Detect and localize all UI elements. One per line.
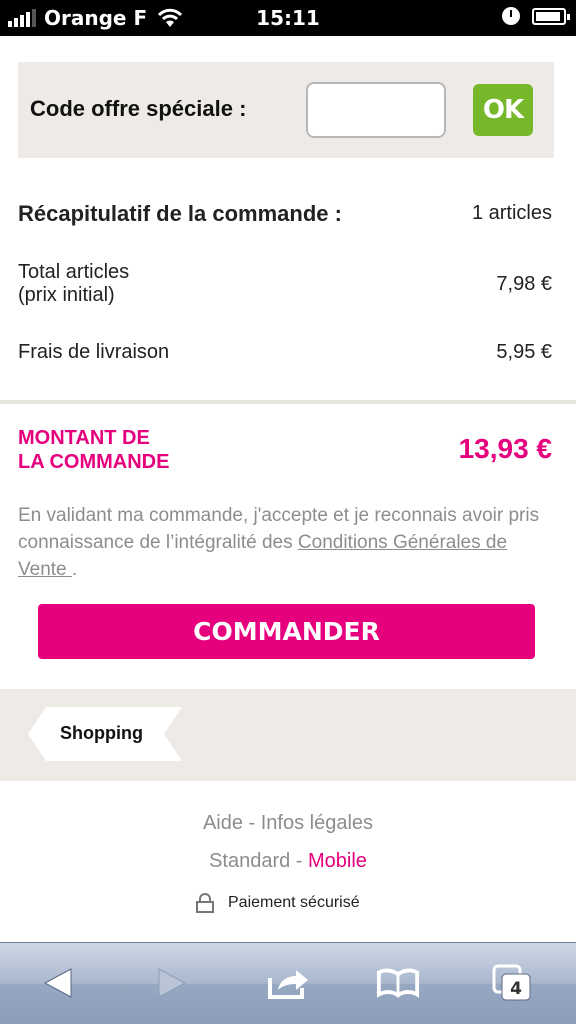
mobile-version-label: Mobile [308,850,367,872]
order-total-label-line1: MONTANT DE [18,427,150,449]
total-articles-label-line1: Total articles [18,261,130,283]
checkout-page: Code offre spéciale : OK Récapitulatif d… [0,36,576,942]
divider [0,400,576,404]
promo-code-box: Code offre spéciale : OK [18,62,554,158]
order-total-label-line2: LA COMMANDE [18,451,170,473]
back-icon[interactable] [36,963,80,1003]
share-icon[interactable] [266,963,310,1003]
lock-icon [196,893,214,913]
promo-code-label: Code offre spéciale : [30,96,247,121]
help-link[interactable]: Aide [203,812,243,834]
alarm-clock-icon [502,7,520,25]
legal-notice: En validant ma commande, j'accepte et je… [18,502,558,583]
total-articles-label: Total articles (prix initial) [18,261,129,307]
clock-time: 15:11 [256,6,320,30]
order-total-value: 13,93 € [458,433,552,464]
battery-icon [532,7,570,25]
secure-payment: Paiement sécurisé [196,893,360,913]
footer-version-links: Standard - Mobile [0,850,576,873]
order-button[interactable]: COMMANDER [38,604,535,659]
summary-title: Récapitulatif de la commande : [18,201,342,226]
secure-payment-label: Paiement sécurisé [228,894,360,911]
back-to-shopping-button[interactable]: Shopping [28,707,182,761]
tabs-icon[interactable]: 4 [490,963,534,1003]
tabs-count: 4 [510,979,522,999]
browser-toolbar: 4 [0,942,576,1024]
legal-text-end: . [71,559,78,580]
total-articles-value: 7,98 € [496,273,552,295]
bookmarks-icon[interactable] [376,963,420,1003]
shipping-fee-value: 5,95 € [496,341,552,363]
standard-version-link[interactable]: Standard [209,850,290,872]
order-total-label: MONTANT DE LA COMMANDE [18,426,169,474]
footer-help-links: Aide - Infos légales [0,812,576,835]
footer-separator: - [242,812,261,834]
shipping-fee-label: Frais de livraison [18,341,170,363]
promo-code-input[interactable] [306,82,446,138]
promo-ok-button[interactable]: OK [473,84,533,136]
summary-count: 1 articles [471,202,552,224]
legal-info-link[interactable]: Infos légales [261,812,373,834]
total-articles-label-line2: (prix initial) [18,284,115,306]
footer-separator: - [290,850,309,872]
forward-icon[interactable] [150,963,194,1003]
back-to-shopping-label: Shopping [60,723,143,743]
navigation-band: Shopping [0,689,576,781]
status-bar: Orange F 15:11 [0,0,576,36]
